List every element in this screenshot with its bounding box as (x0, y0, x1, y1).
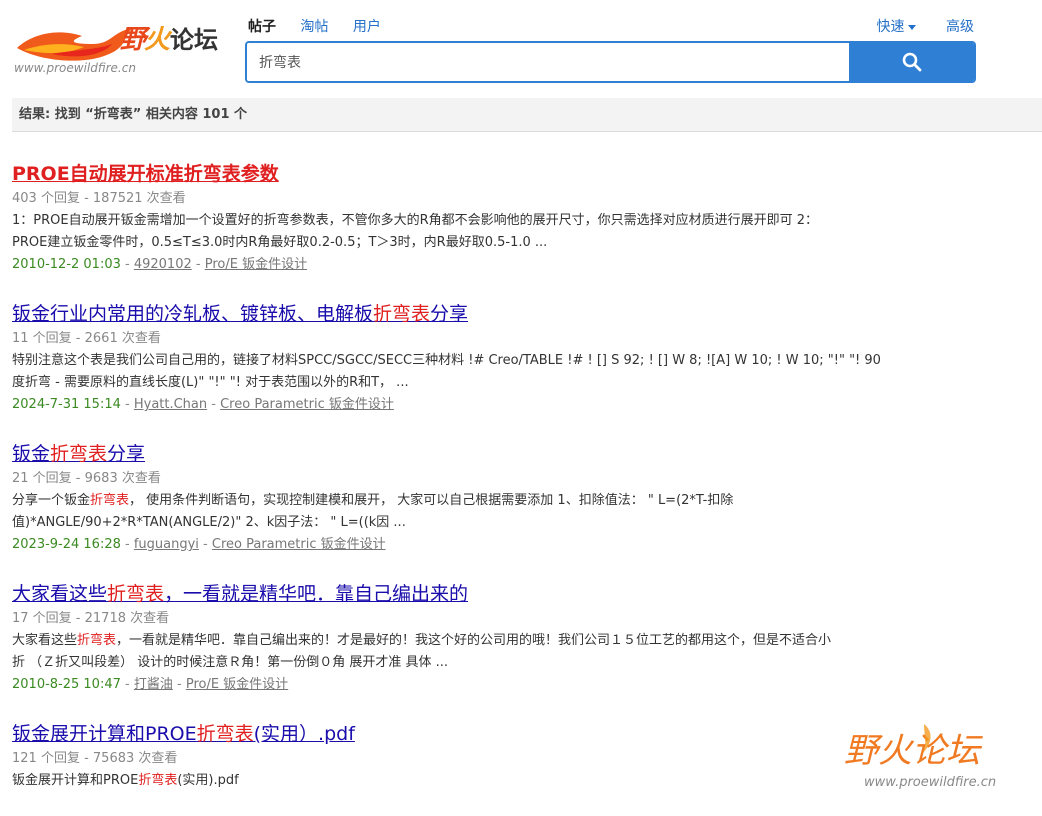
result-snippet: 1：PROE自动展开钣金需增加一个设置好的折弯参数表，不管你多大的R角都不会影响… (12, 213, 819, 250)
watermark-url: www.proewildfire.cn (864, 775, 996, 790)
result-title-link[interactable]: 大家看这些折弯表，一看就是精华吧．靠自己编出来的 (12, 580, 972, 608)
list-item: PROE自动展开标准折弯表参数 403 个回复 - 187521 次查看 1：P… (12, 160, 972, 276)
advanced-search-link[interactable]: 高级 (946, 19, 974, 35)
result-stats: 11 个回复 - 2661 次查看 (12, 331, 161, 346)
result-summary: 结果: 找到 “折弯表” 相关内容 101 个 (12, 98, 1042, 132)
list-item: 钣金折弯表分享 21 个回复 - 9683 次查看 分享一个钣金折弯表， 使用条… (12, 440, 972, 556)
result-snippet: 大家看这些折弯表，一看就是精华吧．靠自己编出来的！才是最好的！我这个好的公司用的… (12, 633, 832, 670)
author-link[interactable]: fuguangyi (134, 537, 199, 552)
list-item: 钣金展开计算和PROE折弯表(实用）.pdf 121 个回复 - 75683 次… (12, 720, 972, 792)
svg-text:火: 火 (144, 25, 173, 55)
result-snippet: 分享一个钣金折弯表， 使用条件判断语句，实现控制建模和展开， 大家可以自己根据需… (12, 493, 734, 530)
result-title-link[interactable]: 钣金展开计算和PROE折弯表(实用）.pdf (12, 720, 972, 748)
post-date: 2010-8-25 10:47 (12, 677, 121, 692)
result-stats: 403 个回复 - 187521 次查看 (12, 191, 186, 206)
post-date: 2024-7-31 15:14 (12, 397, 121, 412)
quick-label: 快速 (876, 19, 905, 35)
result-title-link[interactable]: PROE自动展开标准折弯表参数 (12, 160, 972, 188)
result-meta: 2024-7-31 15:14 - Hyatt.Chan - Creo Para… (12, 397, 394, 412)
result-stats: 17 个回复 - 21718 次查看 (12, 611, 170, 626)
watermark-logo: 野火论坛 www.proewildfire.cn (844, 714, 1024, 794)
logo-url: www.proewildfire.cn (14, 61, 136, 75)
result-meta: 2010-8-25 10:47 - 打酱油 - Pro/E 钣金件设计 (12, 677, 289, 692)
search-button[interactable] (849, 43, 974, 81)
post-date: 2010-12-2 01:03 (12, 257, 121, 272)
list-item: 大家看这些折弯表，一看就是精华吧．靠自己编出来的 17 个回复 - 21718 … (12, 580, 972, 696)
result-stats: 21 个回复 - 9683 次查看 (12, 471, 161, 486)
result-snippet: 特别注意这个表是我们公司自己用的，链接了材料SPCC/SGCC/SECC三种材料… (12, 353, 881, 390)
author-link[interactable]: 4920102 (134, 257, 192, 272)
flame-logo-icon: 野 火 论坛 www.proewildfire.cn (14, 25, 218, 75)
tab-posts[interactable]: 帖子 (248, 19, 276, 35)
result-title-link[interactable]: 钣金折弯表分享 (12, 440, 972, 468)
svg-text:论坛: 论坛 (170, 26, 218, 54)
watermark-brand: 野火论坛 (844, 731, 983, 771)
tab-users[interactable]: 用户 (353, 19, 381, 35)
result-title-link[interactable]: 钣金行业内常用的冷轧板、镀锌板、电解板折弯表分享 (12, 300, 972, 328)
result-stats: 121 个回复 - 75683 次查看 (12, 751, 178, 766)
site-logo[interactable]: 野 火 论坛 www.proewildfire.cn (12, 14, 222, 78)
list-item: 钣金行业内常用的冷轧板、镀锌板、电解板折弯表分享 11 个回复 - 2661 次… (12, 300, 972, 416)
search-options: 快速 高级 (825, 16, 974, 36)
search-type-tabs: 帖子 淘帖 用户 (248, 16, 401, 36)
post-date: 2023-9-24 16:28 (12, 537, 121, 552)
author-link[interactable]: Hyatt.Chan (134, 397, 207, 412)
forum-link[interactable]: Creo Parametric 钣金件设计 (220, 397, 394, 412)
chevron-down-icon (907, 24, 916, 30)
forum-link[interactable]: Creo Parametric 钣金件设计 (212, 537, 386, 552)
result-meta: 2023-9-24 16:28 - fuguangyi - Creo Param… (12, 537, 386, 552)
forum-link[interactable]: Pro/E 钣金件设计 (186, 677, 288, 692)
search-icon (902, 52, 921, 72)
results-list: PROE自动展开标准折弯表参数 403 个回复 - 187521 次查看 1：P… (12, 160, 972, 816)
search-box (245, 41, 976, 83)
tab-collections[interactable]: 淘帖 (300, 19, 328, 35)
search-input[interactable] (247, 43, 875, 81)
author-link[interactable]: 打酱油 (134, 677, 173, 692)
quick-dropdown[interactable]: 快速 (851, 19, 916, 35)
result-snippet: 钣金展开计算和PROE折弯表(实用).pdf (12, 773, 239, 788)
forum-link[interactable]: Pro/E 钣金件设计 (205, 257, 307, 272)
result-meta: 2010-12-2 01:03 - 4920102 - Pro/E 钣金件设计 (12, 257, 308, 272)
